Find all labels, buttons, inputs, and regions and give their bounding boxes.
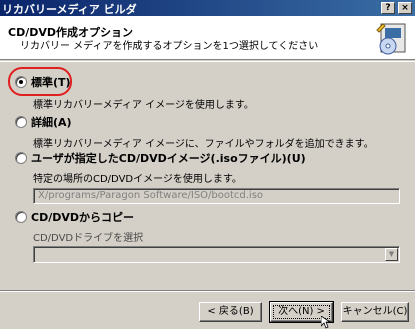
- option-copy-cd-label: CD/DVDからコピー: [31, 211, 134, 224]
- radio-copy-cd[interactable]: [15, 211, 27, 223]
- option-advanced[interactable]: 詳細(A): [15, 115, 72, 129]
- option-standard-description: 標準リカバリーメディア イメージを使用します。: [33, 100, 254, 111]
- wizard-cd-icon: [376, 23, 406, 55]
- radio-standard[interactable]: [15, 76, 27, 88]
- cancel-button[interactable]: キャンセル(C): [341, 302, 409, 322]
- wizard-header: CD/DVD作成オプション リカバリー メディアを作成するオプションを1つ選択し…: [0, 16, 415, 60]
- window-titlebar[interactable]: リカバリーメディア ビルダ ? ×: [0, 0, 415, 16]
- page-subtitle: リカバリー メディアを作成するオプションを1つ選択してください: [20, 41, 319, 52]
- help-button[interactable]: ?: [381, 2, 395, 14]
- option-user-iso-description: 特定の場所のCD/DVDイメージを使用します。: [33, 174, 242, 185]
- radio-advanced[interactable]: [15, 116, 27, 128]
- iso-path-field[interactable]: X/programs/Paragon Software/ISO/bootcd.i…: [33, 188, 400, 204]
- close-button[interactable]: ×: [398, 2, 412, 14]
- option-advanced-label: 詳細(A): [31, 116, 72, 129]
- header-separator: [0, 61, 415, 62]
- radio-user-iso[interactable]: [15, 152, 27, 164]
- dropdown-arrow-icon[interactable]: ▼: [385, 248, 398, 261]
- window-title: リカバリーメディア ビルダ: [2, 3, 137, 16]
- option-user-iso-label: ユーザが指定したCD/DVDイメージ(.isoファイル)(U): [31, 152, 306, 165]
- option-copy-cd[interactable]: CD/DVDからコピー: [15, 210, 134, 224]
- option-copy-cd-description: CD/DVDドライブを選択: [33, 233, 144, 244]
- back-button[interactable]: < 戻る(B): [199, 302, 262, 322]
- option-standard-label: 標準(T): [31, 76, 71, 89]
- option-advanced-description: 標準リカバリーメディア イメージに、ファイルやフォルダを追加できます。: [33, 139, 374, 150]
- mouse-pointer-icon: [321, 316, 331, 329]
- option-user-iso[interactable]: ユーザが指定したCD/DVDイメージ(.isoファイル)(U): [15, 151, 306, 165]
- option-standard[interactable]: 標準(T): [15, 75, 71, 89]
- drive-select[interactable]: ▼: [33, 246, 400, 263]
